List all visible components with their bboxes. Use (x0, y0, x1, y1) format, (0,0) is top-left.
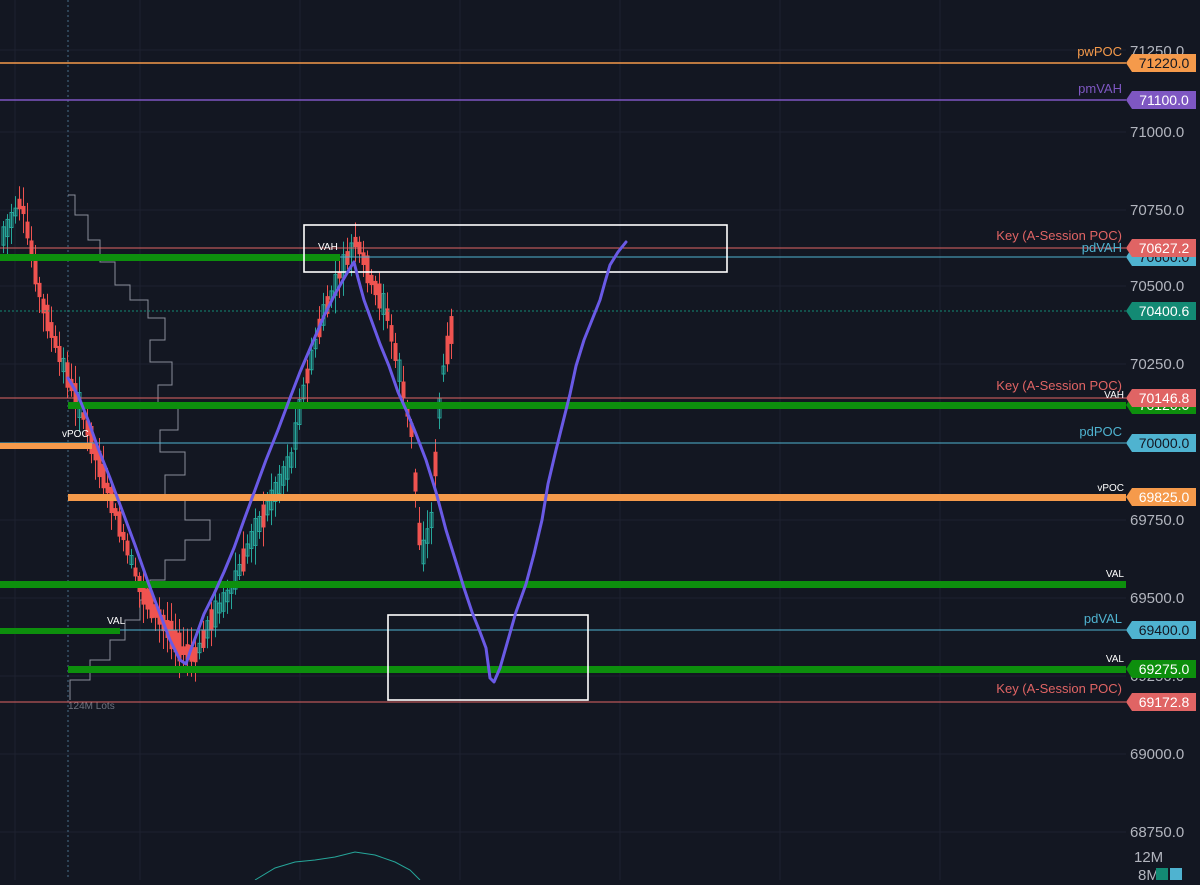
left-vpoc-label: vPOC (62, 429, 89, 440)
candle-body (113, 508, 118, 516)
val-green-line-b[interactable] (68, 666, 1126, 673)
vpoc-orange-label: vPOC (1097, 483, 1124, 494)
candle-body (21, 205, 26, 215)
candle-body (337, 271, 342, 279)
candle-body (17, 198, 22, 210)
candle-body (37, 282, 42, 298)
candle-body (353, 236, 358, 248)
left-vpoc-band (0, 443, 92, 449)
candle-body (361, 252, 366, 265)
candle-body (305, 368, 310, 384)
left-vah-band (0, 254, 340, 261)
price-tick: 69000.0 (1130, 746, 1184, 763)
price-tick: 69500.0 (1130, 590, 1184, 607)
left-val-band (0, 628, 120, 634)
candle-body (377, 283, 382, 309)
candle-body (121, 531, 126, 541)
candle-body (181, 646, 186, 655)
val-green-line-a[interactable] (0, 581, 1126, 588)
candle-body (449, 316, 454, 344)
candle-body (145, 588, 150, 610)
price-tick: 70750.0 (1130, 202, 1184, 219)
pdvah-label: pdVAH (1082, 240, 1122, 255)
key-top-badge-text: 70627.2 (1139, 240, 1190, 256)
candle-body (401, 381, 406, 399)
candle-body (49, 322, 54, 338)
key-mid-label: Key (A-Session POC) (996, 378, 1122, 393)
pwpoc-badge[interactable]: 71220.0 (1126, 54, 1196, 72)
candle-body (45, 304, 50, 332)
candle-body (117, 511, 122, 537)
candle-body (345, 251, 350, 265)
candle-body (369, 274, 374, 286)
volume-tick: 12M (1134, 849, 1163, 866)
pdval-label: pdVAL (1084, 611, 1122, 626)
candle-body (65, 362, 70, 388)
candle-body (413, 472, 418, 492)
pmvah-label: pmVAH (1078, 81, 1122, 96)
key-low-label: Key (A-Session POC) (996, 681, 1122, 696)
pwpoc-badge-text: 71220.0 (1139, 55, 1190, 71)
pdpoc-badge[interactable]: 70000.0 (1126, 434, 1196, 452)
pdpoc-label: pdPOC (1079, 424, 1122, 439)
candle-body (389, 325, 394, 342)
price-tick: 69750.0 (1130, 512, 1184, 529)
candle-body (125, 540, 130, 556)
candle-body (105, 482, 110, 494)
trading-chart[interactable]: 124M Lots pwPOC pmVAH Key (A-Session POC… (0, 0, 1200, 884)
chart-canvas[interactable]: 124M Lots pwPOC pmVAH Key (A-Session POC… (0, 0, 1200, 884)
candle-body (25, 221, 30, 239)
volume-badge-teal (1156, 868, 1168, 880)
candle-body (445, 335, 450, 365)
val-green-b-label: VAL (1106, 654, 1125, 665)
pmvah-badge[interactable]: 71100.0 (1126, 91, 1196, 109)
key-mid-badge[interactable]: 70146.8 (1126, 389, 1196, 407)
left-vah-label: VAH (318, 242, 338, 253)
pdval-badge[interactable]: 69400.0 (1126, 621, 1196, 639)
vpoc-orange-line[interactable] (68, 494, 1126, 501)
candle-body (193, 647, 198, 663)
candle-body (417, 522, 422, 546)
vah-green-label: VAH (1104, 390, 1124, 401)
val-green-b-badge-text: 69275.0 (1139, 661, 1190, 677)
candle-body (261, 504, 266, 528)
candle-body (365, 255, 370, 284)
price-tick: 71000.0 (1130, 124, 1184, 141)
val-green-a-label: VAL (1106, 569, 1125, 580)
candle-body (201, 629, 206, 648)
profile-volume-label: 124M Lots (68, 701, 115, 712)
key-top-badge[interactable]: 70627.2 (1126, 239, 1196, 257)
pdval-badge-text: 69400.0 (1139, 622, 1190, 638)
volume-badge-blue (1170, 868, 1182, 880)
vpoc-orange-badge-text: 69825.0 (1139, 489, 1190, 505)
vpoc-orange-badge[interactable]: 69825.0 (1126, 488, 1196, 506)
pwpoc-label: pwPOC (1077, 44, 1122, 59)
candle-body (57, 345, 62, 363)
key-mid-badge-text: 70146.8 (1139, 390, 1190, 406)
candle-body (53, 336, 58, 348)
vah-green-line[interactable] (68, 402, 1126, 409)
last-price-badge[interactable]: 70400.6 (1126, 302, 1196, 320)
last-price-badge-text: 70400.6 (1139, 303, 1190, 319)
candle-body (393, 343, 398, 361)
candle-body (241, 548, 246, 572)
pdpoc-badge-text: 70000.0 (1139, 435, 1190, 451)
val-green-b-badge[interactable]: 69275.0 (1126, 660, 1196, 678)
candle-body (133, 567, 138, 577)
left-val-label: VAL (107, 616, 126, 627)
key-low-badge[interactable]: 69172.8 (1126, 693, 1196, 711)
pmvah-badge-text: 71100.0 (1139, 92, 1189, 108)
candle-body (433, 451, 438, 477)
price-tick: 70250.0 (1130, 356, 1184, 373)
price-tick: 68750.0 (1130, 824, 1184, 841)
candle-body (209, 609, 214, 631)
key-low-badge-text: 69172.8 (1139, 694, 1190, 710)
volume-tick-lower: 8M (1138, 867, 1159, 880)
price-tick: 70500.0 (1130, 278, 1184, 295)
candle-body (373, 280, 378, 296)
